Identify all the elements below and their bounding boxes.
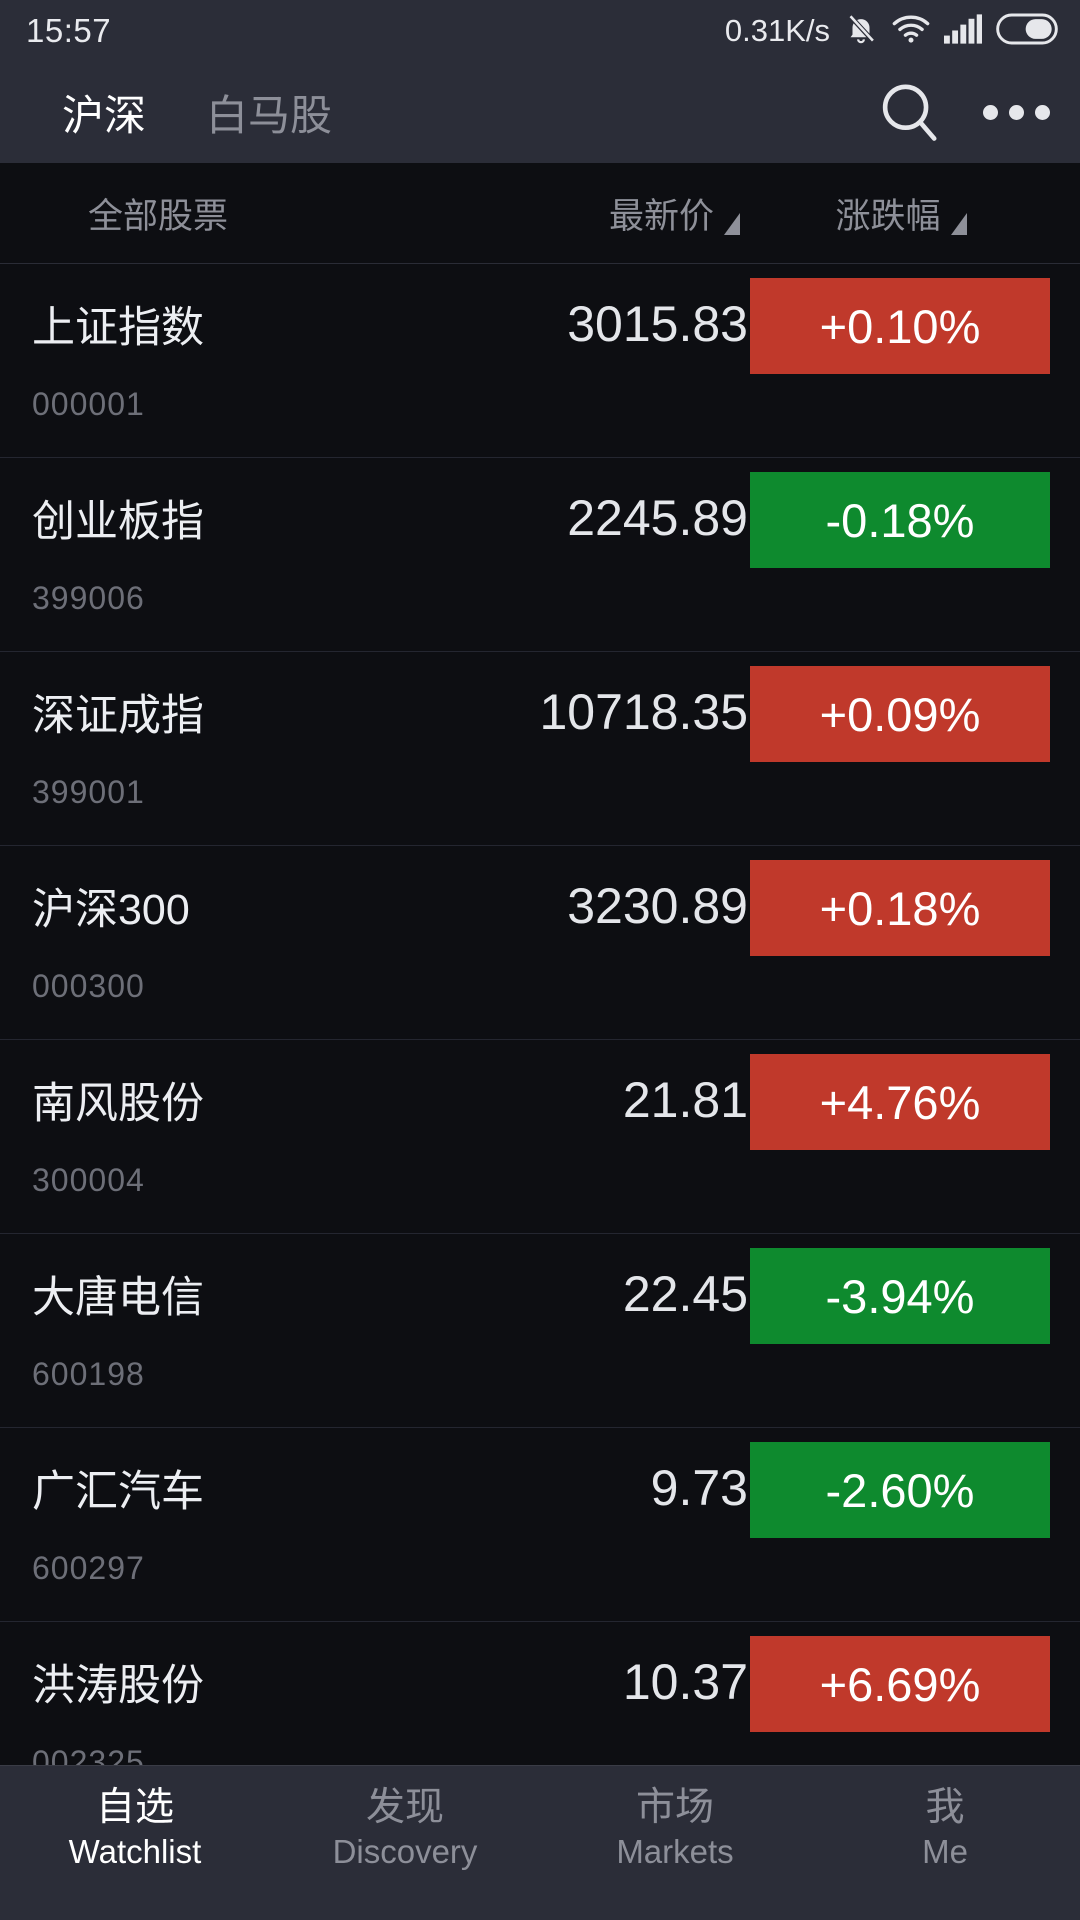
stock-code: 300004 bbox=[32, 1162, 145, 1198]
stock-price: 10.37 bbox=[622, 1654, 748, 1710]
network-speed-label: 0.31K/s bbox=[724, 13, 830, 48]
sort-triangle-icon bbox=[724, 212, 740, 235]
stock-code: 399001 bbox=[32, 774, 145, 810]
nav-item-label-cn: 我 bbox=[925, 1786, 965, 1829]
nav-item-label-en: Me bbox=[922, 1832, 968, 1870]
market-tabs: 沪深 白马股 bbox=[56, 80, 338, 145]
wifi-icon bbox=[892, 13, 930, 50]
app-bar: 沪深 白马股 bbox=[0, 62, 1080, 163]
nav-item-label-en: Watchlist bbox=[68, 1832, 202, 1870]
stock-row[interactable]: 广汇汽车 9.73 -2.60% 600297 bbox=[0, 1427, 1080, 1621]
stock-row[interactable]: 沪深300 3230.89 +0.18% 000300 bbox=[0, 845, 1080, 1039]
column-header-change[interactable]: 涨跌幅 bbox=[740, 188, 1080, 239]
stock-change-badge: +0.09% bbox=[750, 666, 1050, 762]
stock-change-badge: -3.94% bbox=[750, 1248, 1050, 1344]
search-icon[interactable] bbox=[877, 80, 943, 146]
stock-row[interactable]: 大唐电信 22.45 -3.94% 600198 bbox=[0, 1233, 1080, 1427]
stock-change-badge: -0.18% bbox=[750, 472, 1050, 568]
stock-row[interactable]: 创业板指 2245.89 -0.18% 399006 bbox=[0, 457, 1080, 651]
stock-name: 大唐电信 bbox=[32, 1274, 204, 1322]
status-clock: 15:57 bbox=[26, 12, 112, 49]
stock-code: 000300 bbox=[32, 968, 145, 1004]
nav-item-watchlist[interactable]: 自选 Watchlist bbox=[0, 1766, 270, 1871]
nav-item-label-en: Markets bbox=[616, 1832, 734, 1870]
stock-list[interactable]: 上证指数 3015.83 +0.10% 000001 创业板指 2245.89 -0.18%… bbox=[0, 263, 1080, 1815]
stock-price: 3230.89 bbox=[567, 878, 748, 934]
stock-price: 3015.83 bbox=[567, 296, 748, 352]
column-header-change-label: 涨跌幅 bbox=[835, 196, 941, 236]
stock-row[interactable]: 深证成指 10718.35 +0.09% 399001 bbox=[0, 651, 1080, 845]
cellular-signal-icon bbox=[944, 13, 982, 49]
nav-item-label-cn: 自选 bbox=[95, 1786, 174, 1829]
stock-name: 上证指数 bbox=[32, 304, 204, 352]
stock-price: 22.45 bbox=[622, 1266, 748, 1322]
bottom-navigation: 自选 Watchlist 发现 Discovery 市场 Markets 我 Me bbox=[0, 1765, 1080, 1920]
stock-name: 南风股份 bbox=[32, 1080, 204, 1128]
status-bar: 15:57 0.31K/s bbox=[0, 0, 1080, 62]
column-header-row: 全部股票 最新价 涨跌幅 bbox=[0, 163, 1080, 263]
stock-price: 21.81 bbox=[622, 1072, 748, 1128]
nav-item-discovery[interactable]: 发现 Discovery bbox=[270, 1766, 540, 1871]
stock-change-badge: +0.18% bbox=[750, 860, 1050, 956]
nav-item-markets[interactable]: 市场 Markets bbox=[540, 1766, 810, 1871]
stock-name: 深证成指 bbox=[32, 692, 204, 740]
column-header-price-label: 最新价 bbox=[608, 196, 714, 236]
nav-item-label-en: Discovery bbox=[332, 1832, 478, 1870]
nav-item-me[interactable]: 我 Me bbox=[810, 1766, 1080, 1871]
stock-code: 000001 bbox=[32, 386, 145, 422]
stock-price: 10718.35 bbox=[539, 684, 748, 740]
mute-bell-icon bbox=[844, 12, 878, 51]
stock-name: 创业板指 bbox=[32, 498, 204, 546]
battery-icon bbox=[996, 13, 1058, 50]
stock-code: 399006 bbox=[32, 580, 145, 616]
stock-row[interactable]: 上证指数 3015.83 +0.10% 000001 bbox=[0, 263, 1080, 457]
stock-row[interactable]: 南风股份 21.81 +4.76% 300004 bbox=[0, 1039, 1080, 1233]
stock-change-badge: -2.60% bbox=[750, 1442, 1050, 1538]
column-header-name[interactable]: 全部股票 bbox=[0, 188, 430, 239]
stock-name: 沪深300 bbox=[32, 886, 190, 934]
stock-name: 洪涛股份 bbox=[32, 1662, 204, 1710]
app-screen: 15:57 0.31K/s 沪深 白马股 全部股票 最新价 涨跌幅 上证指数 3… bbox=[0, 0, 1080, 1920]
column-header-price[interactable]: 最新价 bbox=[430, 188, 740, 239]
status-icons: 0.31K/s bbox=[725, 12, 1058, 51]
stock-code: 600297 bbox=[32, 1550, 145, 1586]
stock-price: 2245.89 bbox=[567, 490, 748, 546]
tab-husheng[interactable]: 沪深 bbox=[56, 80, 152, 145]
nav-item-label-cn: 发现 bbox=[365, 1786, 444, 1829]
more-options-icon[interactable] bbox=[983, 105, 1050, 120]
stock-name: 广汇汽车 bbox=[32, 1468, 204, 1516]
stock-change-badge: +6.69% bbox=[750, 1636, 1050, 1732]
app-bar-actions bbox=[877, 62, 1050, 163]
nav-item-label-cn: 市场 bbox=[635, 1786, 714, 1829]
sort-triangle-icon bbox=[950, 212, 967, 235]
stock-code: 600198 bbox=[32, 1356, 145, 1392]
stock-change-badge: +4.76% bbox=[750, 1054, 1050, 1150]
stock-price: 9.73 bbox=[650, 1460, 748, 1516]
tab-baimagu[interactable]: 白马股 bbox=[200, 80, 338, 145]
stock-change-badge: +0.10% bbox=[750, 278, 1050, 374]
